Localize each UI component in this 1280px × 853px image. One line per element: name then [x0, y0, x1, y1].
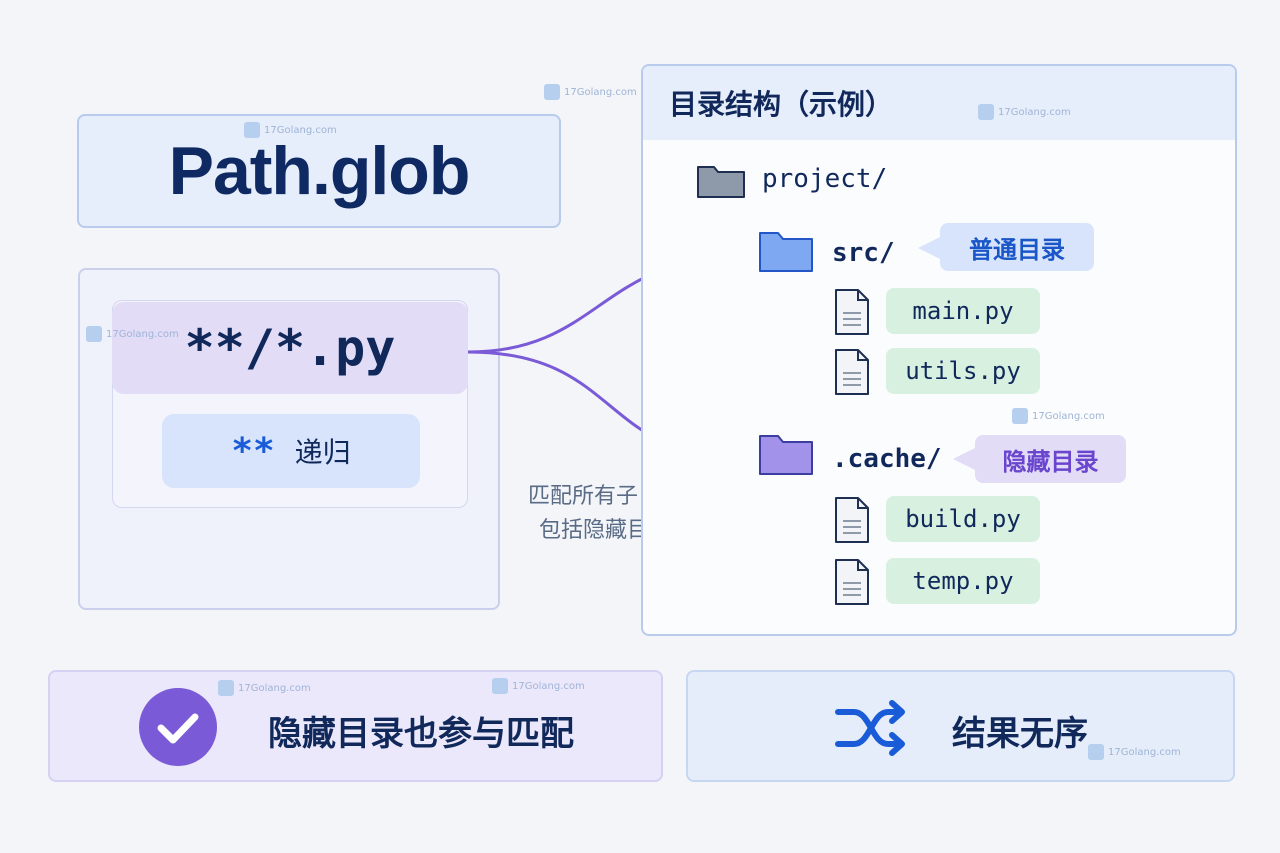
watermark: 17Golang.com: [1088, 744, 1181, 760]
callout-pointer: [953, 447, 977, 471]
shuffle-icon: [835, 700, 905, 756]
file-icon: [835, 289, 869, 335]
watermark-logo-icon: [86, 326, 102, 342]
watermark-logo-icon: [1012, 408, 1028, 424]
file-utils-py: utils.py: [886, 348, 1040, 394]
folder-icon: [697, 166, 745, 198]
watermark-logo-icon: [492, 678, 508, 694]
file-icon: [835, 349, 869, 395]
file-temp-py: temp.py: [886, 558, 1040, 604]
watermark: 17Golang.com: [978, 104, 1071, 120]
cache-folder-label: .cache/: [832, 444, 942, 474]
file-icon: [835, 497, 869, 543]
watermark: 17Golang.com: [544, 84, 637, 100]
watermark: 17Golang.com: [492, 678, 585, 694]
watermark: 17Golang.com: [244, 122, 337, 138]
watermark: 17Golang.com: [218, 680, 311, 696]
watermark-logo-icon: [544, 84, 560, 100]
unordered-text: 结果无序: [952, 714, 1088, 754]
file-icon: [835, 559, 869, 605]
folder-icon: [759, 232, 813, 272]
watermark-logo-icon: [218, 680, 234, 696]
watermark-logo-icon: [1088, 744, 1104, 760]
callout-pointer: [918, 236, 942, 260]
callout-regular-dir: 普通目录: [940, 223, 1094, 271]
file-build-py: build.py: [886, 496, 1040, 542]
root-folder-label: project/: [762, 164, 888, 194]
watermark-logo-icon: [244, 122, 260, 138]
watermark-logo-icon: [978, 104, 994, 120]
watermark: 17Golang.com: [1012, 408, 1105, 424]
folder-icon: [759, 435, 813, 475]
file-main-py: main.py: [886, 288, 1040, 334]
callout-hidden-dir: 隐藏目录: [975, 435, 1126, 483]
hidden-match-text: 隐藏目录也参与匹配: [268, 714, 574, 754]
watermark: 17Golang.com: [86, 326, 179, 342]
tree-header: 目录结构（示例）: [643, 66, 1235, 140]
checkmark-icon: [139, 688, 217, 766]
unordered-note: 结果无序: [686, 670, 1235, 782]
src-folder-label: src/: [832, 238, 895, 268]
